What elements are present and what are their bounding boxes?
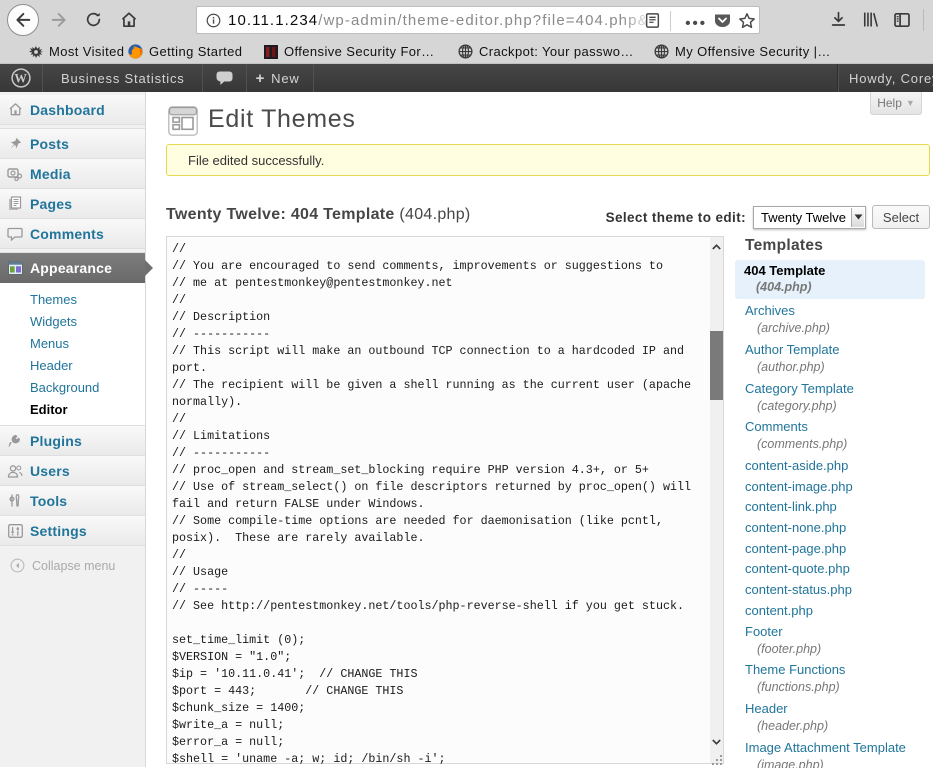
svg-text:W: W (14, 71, 27, 85)
